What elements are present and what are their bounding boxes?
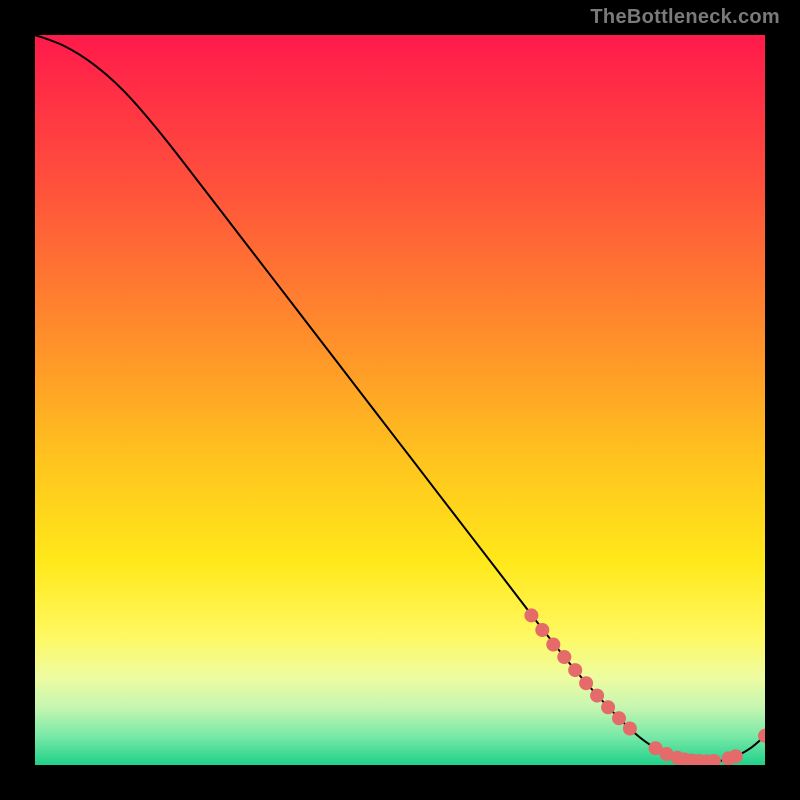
chart-svg: [35, 35, 765, 765]
chart-plot-area: [35, 35, 765, 765]
highlight-point: [535, 623, 549, 637]
highlight-point: [601, 700, 615, 714]
chart-background: [35, 35, 765, 765]
chart-stage: TheBottleneck.com: [0, 0, 800, 800]
highlight-point: [612, 711, 626, 725]
highlight-point: [546, 638, 560, 652]
highlight-point: [557, 650, 571, 664]
highlight-point: [524, 608, 538, 622]
highlight-point: [579, 676, 593, 690]
highlight-point: [623, 722, 637, 736]
highlight-point: [590, 689, 604, 703]
highlight-point: [729, 749, 743, 763]
watermark-label: TheBottleneck.com: [590, 6, 780, 29]
highlight-point: [568, 663, 582, 677]
